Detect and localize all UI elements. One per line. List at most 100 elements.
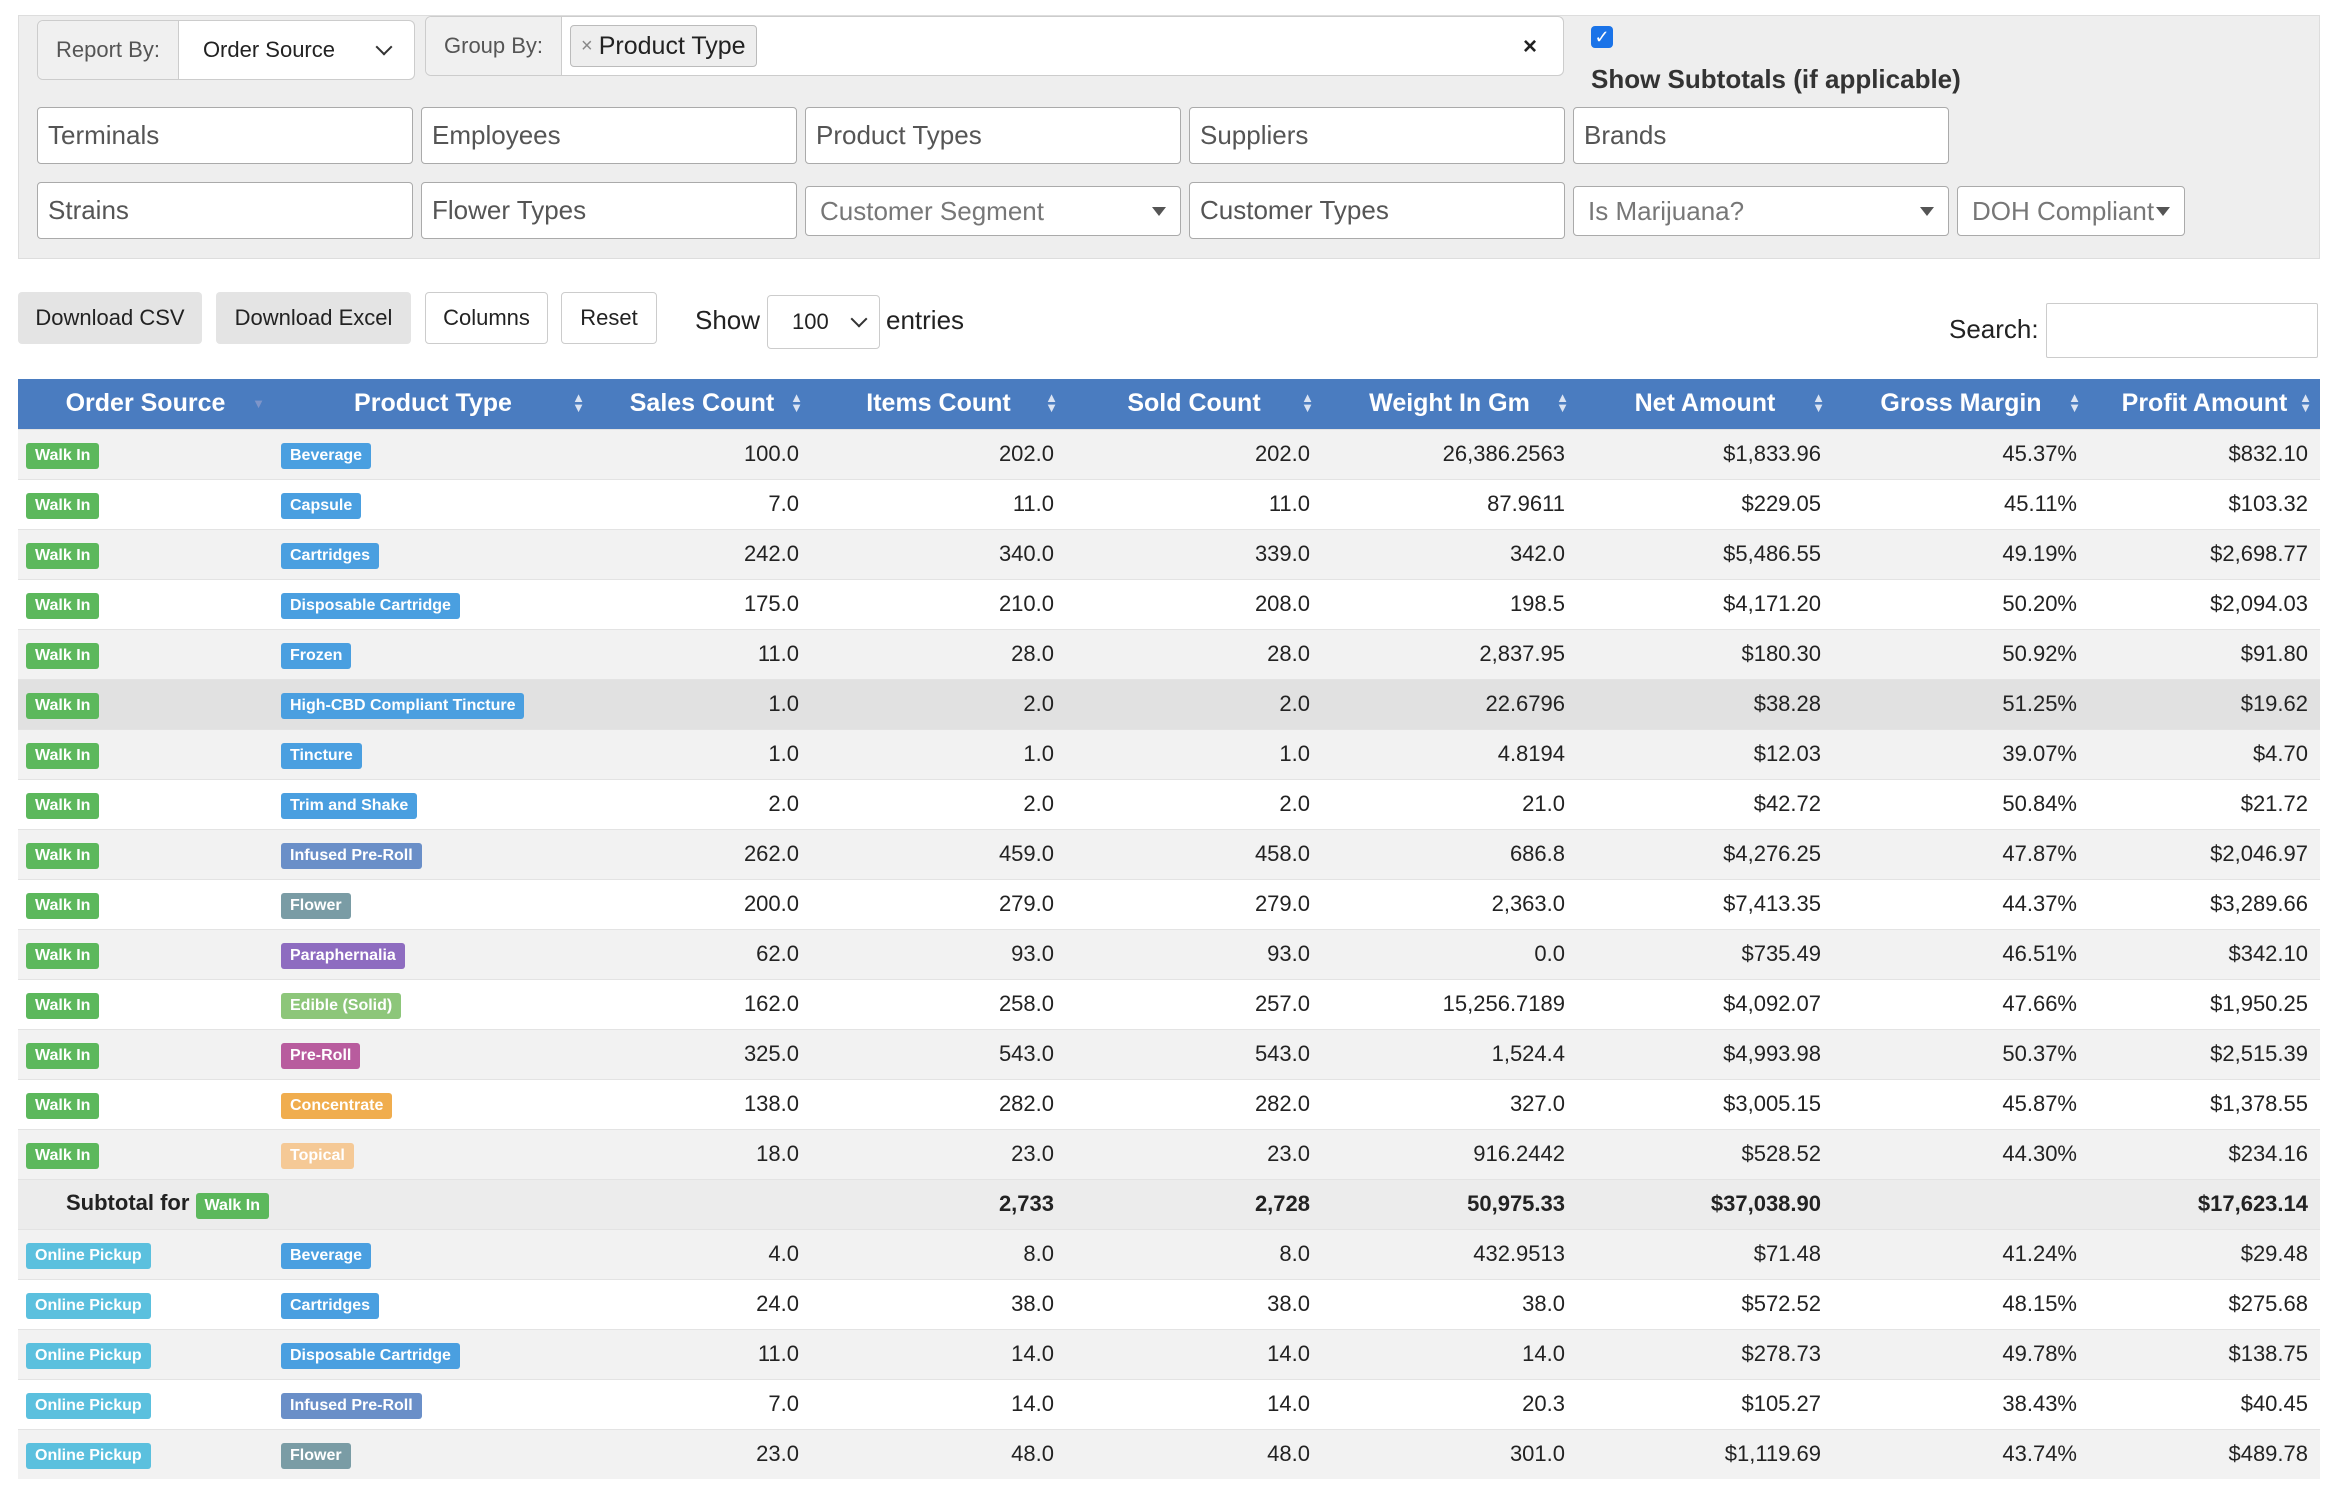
sort-icon[interactable]: ▲ ▼ <box>572 391 585 414</box>
table-row[interactable]: Walk In Concentrate 138.0 282.0 282.0 327.0 $3… <box>18 1078 2320 1129</box>
suppliers-field[interactable]: Suppliers <box>1189 107 1565 164</box>
order-source-cell: Walk In <box>18 828 273 879</box>
product-type-cell: Frozen <box>273 628 593 679</box>
sort-icon[interactable]: ▲ ▼ <box>2068 391 2081 414</box>
search-label: Search: <box>1949 314 2039 344</box>
table-row[interactable]: Walk In Trim and Shake 2.0 2.0 2.0 21.0 $42.72… <box>18 778 2320 829</box>
order-source-badge: Online Pickup <box>26 1292 151 1319</box>
column-header-label: Product Type <box>354 389 512 418</box>
table-row[interactable]: Walk In Disposable Cartridge 175.0 210.0 208… <box>18 578 2320 629</box>
margin-cell <box>1833 1178 2089 1229</box>
product-type-cell: Concentrate <box>273 1078 593 1129</box>
table-row[interactable]: Walk In Flower 200.0 279.0 279.0 2,363.0 $7,41… <box>18 878 2320 929</box>
sort-icon[interactable]: ▲ ▼ <box>790 391 803 414</box>
profit-cell: $342.10 <box>2089 928 2320 979</box>
table-row[interactable]: Online Pickup Infused Pre-Roll 7.0 14.0 14.0… <box>18 1378 2320 1429</box>
chevron-down-icon <box>850 310 868 328</box>
download-csv-button[interactable]: Download CSV <box>18 292 202 344</box>
group-by-label: Group By: <box>426 17 563 75</box>
table-row[interactable]: Online Pickup Cartridges 24.0 38.0 38.0 38.0 $… <box>18 1278 2320 1329</box>
margin-cell: 44.30% <box>1833 1128 2089 1179</box>
report-by-label: Report By: <box>38 21 179 79</box>
table-row[interactable]: Walk In Paraphernalia 62.0 93.0 93.0 0.0 $735.… <box>18 928 2320 979</box>
table-row[interactable]: Walk In Topical 18.0 23.0 23.0 916.2442 $528.5… <box>18 1128 2320 1179</box>
customer-segment-select[interactable]: Customer Segment <box>805 186 1181 236</box>
weight-cell: 38.0 <box>1322 1278 1577 1329</box>
sold-cell: 208.0 <box>1066 578 1322 629</box>
group-by-select[interactable]: Group By: × Product Type × <box>425 16 1564 76</box>
strains-field[interactable]: Strains <box>37 182 413 239</box>
search-input[interactable] <box>2046 303 2318 358</box>
table-row[interactable]: Walk In Edible (Solid) 162.0 258.0 257.0 15,2… <box>18 978 2320 1029</box>
net-cell: $1,833.96 <box>1577 428 1833 479</box>
column-header[interactable]: Product Type ▲ ▼ <box>273 379 593 429</box>
sort-icon[interactable]: ▲ ▼ <box>2299 391 2312 414</box>
column-header[interactable]: Profit Amount ▲ ▼ <box>2089 379 2320 429</box>
customer-types-field[interactable]: Customer Types <box>1189 182 1565 239</box>
column-header[interactable]: Sold Count ▲ ▼ <box>1066 379 1322 429</box>
show-subtotals-checkbox[interactable]: ✓ <box>1591 26 1613 48</box>
profit-cell: $17,623.14 <box>2089 1178 2320 1229</box>
download-excel-button[interactable]: Download Excel <box>216 292 411 344</box>
items-cell: 2.0 <box>811 778 1066 829</box>
profit-cell: $4.70 <box>2089 728 2320 779</box>
profit-cell: $40.45 <box>2089 1378 2320 1429</box>
page-length-select[interactable]: 100 <box>767 295 880 349</box>
columns-button[interactable]: Columns <box>425 292 548 344</box>
dropdown-arrow-icon <box>1152 206 1166 216</box>
clear-icon[interactable]: × <box>1523 33 1537 61</box>
sort-icon[interactable]: ▲ ▼ <box>1301 391 1314 414</box>
column-header[interactable]: Net Amount ▲ ▼ <box>1577 379 1833 429</box>
items-cell: 11.0 <box>811 478 1066 529</box>
table-row[interactable]: Online Pickup Flower 23.0 48.0 48.0 301.0 $1,1… <box>18 1428 2320 1479</box>
flower-types-field[interactable]: Flower Types <box>421 182 797 239</box>
table-row[interactable]: Walk In Tincture 1.0 1.0 1.0 4.8194 $12.03 39.0… <box>18 728 2320 779</box>
net-cell: $42.72 <box>1577 778 1833 829</box>
employees-field[interactable]: Employees <box>421 107 797 164</box>
sales-cell: 100.0 <box>593 428 811 479</box>
table-row[interactable]: Walk In Frozen 11.0 28.0 28.0 2,837.95 $180.30… <box>18 628 2320 679</box>
brands-field[interactable]: Brands <box>1573 107 1949 164</box>
margin-cell: 50.20% <box>1833 578 2089 629</box>
reset-button[interactable]: Reset <box>561 292 657 344</box>
column-header[interactable]: Sales Count ▲ ▼ <box>593 379 811 429</box>
product-type-badge: Flower <box>281 1442 351 1469</box>
sort-icon[interactable]: ▲ ▼ <box>1556 391 1569 414</box>
table-row[interactable]: Online Pickup Disposable Cartridge 11.0 14.… <box>18 1328 2320 1379</box>
product-type-cell: Edible (Solid) <box>273 978 593 1029</box>
column-header[interactable]: Weight In Gm ▲ ▼ <box>1322 379 1577 429</box>
sort-icon[interactable]: ▲ ▼ <box>1812 391 1825 414</box>
table-row[interactable]: Walk In Beverage 100.0 202.0 202.0 26,386.256… <box>18 428 2320 479</box>
remove-tag-icon[interactable]: × <box>581 35 593 58</box>
table-row[interactable]: Walk In Cartridges 242.0 340.0 339.0 342.0 $5,… <box>18 528 2320 579</box>
table-row[interactable]: Walk In Pre-Roll 325.0 543.0 543.0 1,524.4 $4,… <box>18 1028 2320 1079</box>
weight-cell: 916.2442 <box>1322 1128 1577 1179</box>
table-row[interactable]: Walk In Capsule 7.0 11.0 11.0 87.9611 $229.05 4… <box>18 478 2320 529</box>
group-by-tag[interactable]: × Product Type <box>570 25 757 67</box>
net-cell: $105.27 <box>1577 1378 1833 1429</box>
order-source-cell: Online Pickup <box>18 1328 273 1379</box>
net-cell: $528.52 <box>1577 1128 1833 1179</box>
doh-compliant-select[interactable]: DOH Compliant <box>1957 186 2185 236</box>
product-type-badge: Disposable Cartridge <box>281 592 460 619</box>
table-row[interactable]: Walk In Infused Pre-Roll 262.0 459.0 458.0 68… <box>18 828 2320 879</box>
weight-cell: 198.5 <box>1322 578 1577 629</box>
column-header[interactable]: Items Count ▲ ▼ <box>811 379 1066 429</box>
product-type-cell: Trim and Shake <box>273 778 593 829</box>
product-type-badge: Cartridges <box>281 1292 380 1319</box>
sort-desc-icon[interactable]: ▼ <box>252 397 265 410</box>
column-header[interactable]: Order Source ▼ <box>18 379 273 429</box>
column-header[interactable]: Gross Margin ▲ ▼ <box>1833 379 2089 429</box>
table-row[interactable]: Walk In High-CBD Compliant Tincture 1.0 2.0… <box>18 678 2320 729</box>
report-by-select[interactable]: Report By: Order Source <box>37 20 415 80</box>
product-types-field[interactable]: Product Types <box>805 107 1181 164</box>
is-marijuana-select[interactable]: Is Marijuana? <box>1573 186 1949 236</box>
product-type-cell: Capsule <box>273 478 593 529</box>
items-cell: 28.0 <box>811 628 1066 679</box>
profit-cell: $489.78 <box>2089 1428 2320 1479</box>
sort-icon[interactable]: ▲ ▼ <box>1045 391 1058 414</box>
table-row[interactable]: Online Pickup Beverage 4.0 8.0 8.0 432.9513 $7… <box>18 1228 2320 1279</box>
order-source-cell: Online Pickup <box>18 1278 273 1329</box>
terminals-field[interactable]: Terminals <box>37 107 413 164</box>
items-cell: 279.0 <box>811 878 1066 929</box>
